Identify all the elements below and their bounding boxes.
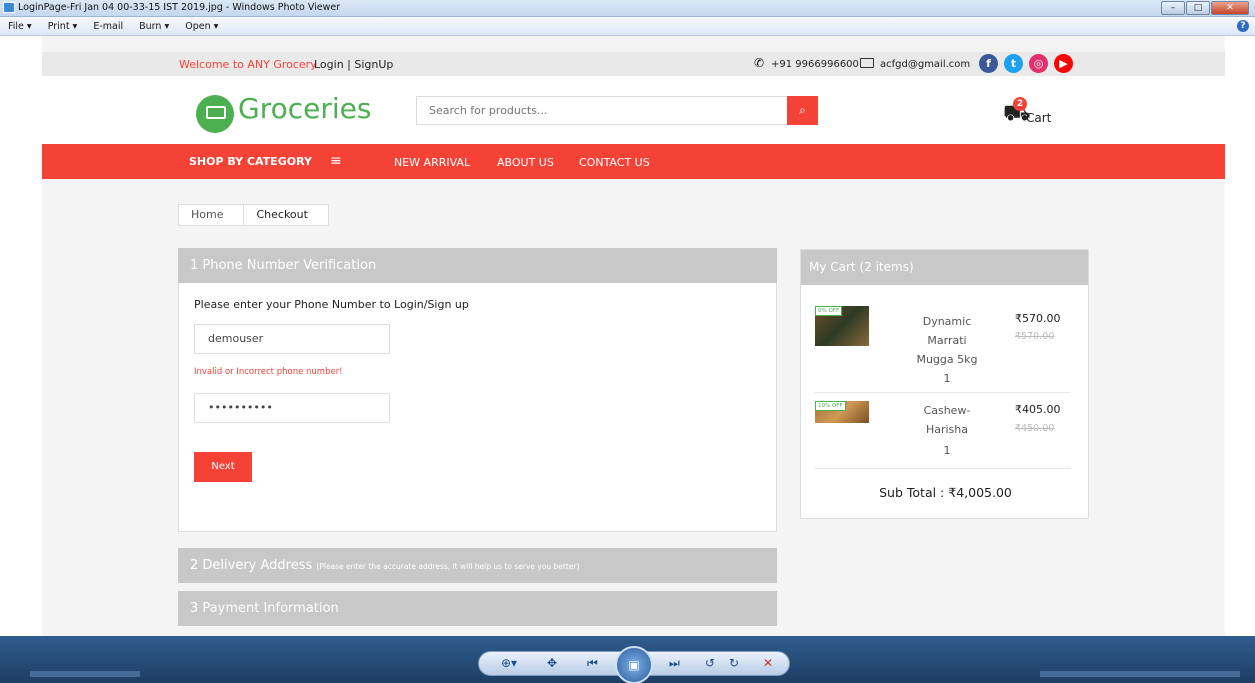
- breadcrumb: Home Checkout: [178, 204, 329, 226]
- step-payment-header[interactable]: 3 Payment Information: [178, 591, 777, 626]
- hamburger-icon[interactable]: ≡: [330, 154, 342, 168]
- taskbar-tray-area: [1040, 671, 1240, 677]
- nav-new-arrival[interactable]: NEW ARRIVAL: [394, 156, 470, 169]
- error-message: Invalid or Incorrect phone number!: [194, 367, 343, 377]
- cart-count-badge: 2: [1013, 97, 1027, 111]
- phone-icon: ✆: [754, 56, 765, 70]
- zoom-icon[interactable]: ⊕▾: [501, 656, 517, 670]
- delivery-address-title: 2 Delivery Address: [190, 558, 313, 573]
- grocery-cart-logo-icon[interactable]: [196, 95, 234, 133]
- menu-file[interactable]: File ▾: [8, 21, 32, 32]
- menu-open[interactable]: Open ▾: [185, 21, 218, 32]
- search-input[interactable]: [417, 97, 787, 124]
- username-input[interactable]: demouser: [194, 324, 390, 354]
- image-viewport: Welcome to ANY Grocery Login | SignUp ✆ …: [0, 36, 1255, 636]
- menu-bar: File ▾ Print ▾ E-mail Burn ▾ Open ▾ ?: [0, 17, 1255, 36]
- facebook-icon[interactable]: f: [979, 54, 998, 73]
- shop-by-category-menu[interactable]: SHOP BY CATEGORY: [189, 155, 312, 168]
- minimize-button[interactable]: –: [1161, 1, 1185, 15]
- viewer-controls: ⊕▾ ✥ ⏮ ▣ ⏭ ↺ ↻ ✕: [478, 646, 790, 683]
- instagram-icon[interactable]: ◎: [1029, 54, 1048, 73]
- top-info-bar: Welcome to ANY Grocery Login | SignUp ✆ …: [42, 52, 1225, 76]
- help-icon[interactable]: ?: [1237, 20, 1249, 32]
- phone-prompt: Please enter your Phone Number to Login/…: [194, 298, 469, 311]
- actual-size-icon[interactable]: ✥: [547, 656, 557, 670]
- product-price: ₹405.00: [1015, 403, 1061, 416]
- welcome-text: Welcome to ANY Grocery: [179, 58, 317, 71]
- nav-about-us[interactable]: ABOUT US: [497, 156, 554, 169]
- previous-icon[interactable]: ⏮: [587, 656, 598, 671]
- login-signup-link[interactable]: Login | SignUp: [314, 58, 393, 71]
- phone-number: +91 9966996600: [771, 59, 859, 70]
- photo-viewer-icon: [3, 2, 15, 13]
- product-price: ₹570.00: [1015, 312, 1061, 325]
- nav-contact-us[interactable]: CONTACT US: [579, 156, 650, 169]
- rotate-clockwise-icon[interactable]: ↻: [729, 656, 739, 670]
- twitter-icon[interactable]: t: [1004, 54, 1023, 73]
- item-divider: [815, 468, 1071, 469]
- window-title: LoginPage-Fri Jan 04 00-33-15 IST 2019.j…: [18, 2, 341, 13]
- product-mrp: ₹450.00: [1015, 423, 1055, 434]
- discount-badge: 10% OFF: [815, 401, 846, 411]
- webpage: Welcome to ANY Grocery Login | SignUp ✆ …: [42, 36, 1225, 636]
- window-titlebar: LoginPage-Fri Jan 04 00-33-15 IST 2019.j…: [0, 0, 1255, 17]
- delivery-address-note: (Please enter the accurate address, it w…: [316, 562, 580, 571]
- product-name[interactable]: Cashew-Harisha: [911, 401, 983, 439]
- main-navigation: SHOP BY CATEGORY ≡ NEW ARRIVAL ABOUT US …: [42, 144, 1225, 179]
- product-name[interactable]: Dynamic Marrati Mugga 5kg: [911, 312, 983, 369]
- search-box: ⌕: [416, 96, 818, 125]
- product-qty: 1: [943, 372, 951, 385]
- my-cart-panel: My Cart (2 items) 0% OFF Dynamic Marrati…: [800, 249, 1089, 519]
- password-input[interactable]: ••••••••••: [194, 393, 390, 423]
- cart-subtotal: Sub Total : ₹4,005.00: [879, 485, 1012, 500]
- product-qty: 1: [943, 444, 951, 457]
- viewer-toolbar: ⊕▾ ✥ ⏮ ▣ ⏭ ↺ ↻ ✕: [0, 636, 1255, 683]
- email-address: acfgd@gmail.com: [880, 59, 971, 70]
- cart-panel-title: My Cart (2 items): [801, 250, 1088, 285]
- phone-verification-form: Please enter your Phone Number to Login/…: [178, 283, 777, 532]
- close-button[interactable]: ✕: [1211, 1, 1249, 15]
- rotate-counterclockwise-icon[interactable]: ↺: [705, 656, 715, 670]
- mail-icon: [860, 58, 874, 68]
- brand-name[interactable]: Groceries: [238, 92, 371, 125]
- slideshow-icon[interactable]: ▣: [615, 646, 653, 683]
- delete-icon[interactable]: ✕: [763, 656, 773, 670]
- youtube-icon[interactable]: ▶: [1054, 54, 1073, 73]
- next-icon[interactable]: ⏭: [669, 656, 680, 671]
- maximize-button[interactable]: □: [1186, 1, 1210, 15]
- menu-print[interactable]: Print ▾: [48, 21, 78, 32]
- site-header: Groceries ⌕ ⛟ 2 Cart: [42, 76, 1225, 144]
- cart-label[interactable]: Cart: [1026, 111, 1051, 125]
- menu-burn[interactable]: Burn ▾: [139, 21, 169, 32]
- product-mrp: ₹570.00: [1015, 331, 1055, 342]
- breadcrumb-home[interactable]: Home: [178, 204, 245, 226]
- next-button[interactable]: Next: [194, 452, 252, 482]
- search-icon[interactable]: ⌕: [787, 96, 818, 125]
- step-delivery-address-header[interactable]: 2 Delivery Address (Please enter the acc…: [178, 548, 777, 583]
- window-controls: – □ ✕: [1161, 1, 1249, 15]
- discount-badge: 0% OFF: [815, 306, 843, 316]
- status-area: [30, 671, 140, 677]
- menu-email[interactable]: E-mail: [93, 21, 123, 32]
- step-phone-verification-header[interactable]: 1 Phone Number Verification: [178, 248, 777, 283]
- breadcrumb-checkout: Checkout: [244, 204, 329, 226]
- item-divider: [815, 392, 1071, 393]
